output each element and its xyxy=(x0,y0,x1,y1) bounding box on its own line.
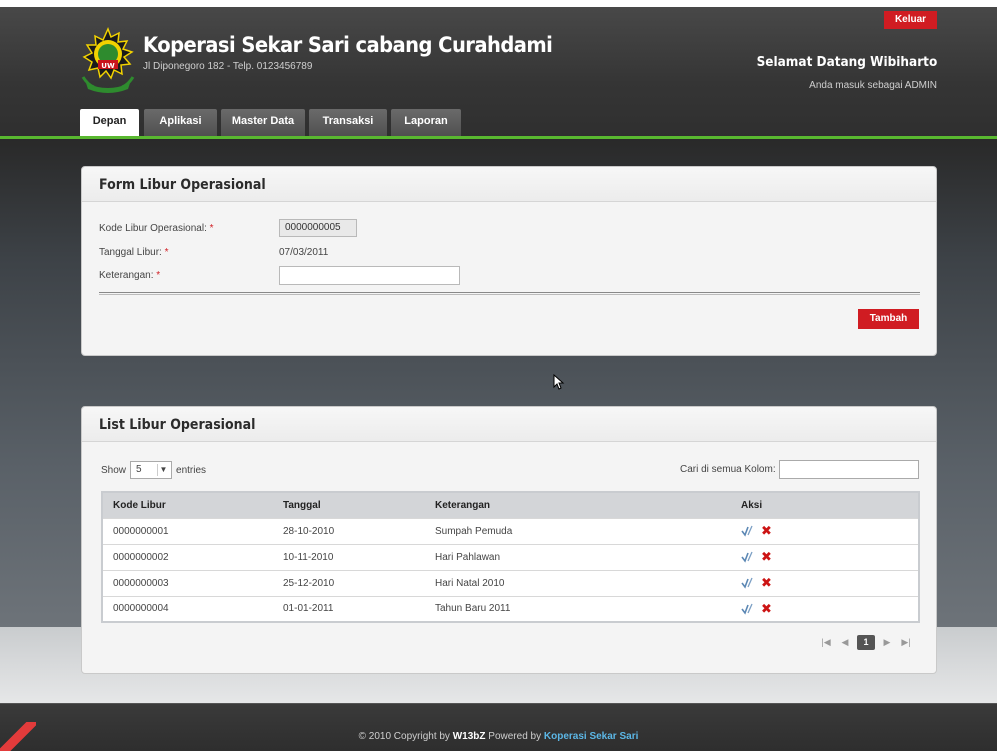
form-panel: Form Libur Operasional Kode Libur Operas… xyxy=(81,166,937,356)
form-panel-title: Form Libur Operasional xyxy=(82,167,936,202)
tab-transaksi[interactable]: Transaksi xyxy=(309,109,387,136)
footer-author: W13bZ xyxy=(452,731,486,742)
search-input[interactable] xyxy=(779,460,919,479)
cell-keterangan: Tahun Baru 2011 xyxy=(425,595,731,622)
role-text: Anda masuk sebagai ADMIN xyxy=(809,80,937,91)
footer-powered: Powered by xyxy=(488,731,542,742)
prev-page-icon[interactable]: ◀ xyxy=(838,637,852,648)
column-tanggal[interactable]: Tanggal xyxy=(273,492,425,518)
list-panel-title: List Libur Operasional xyxy=(82,407,936,442)
welcome-text: Selamat Datang Wibiharto xyxy=(756,55,937,70)
delete-icon[interactable]: ✖ xyxy=(761,602,772,615)
chevron-down-icon: ▼ xyxy=(157,464,169,476)
footer-brand-link[interactable]: Koperasi Sekar Sari xyxy=(544,731,639,742)
kode-label: Kode Libur Operasional: * xyxy=(99,223,214,234)
tab-laporan[interactable]: Laporan xyxy=(391,109,461,136)
site-address: Jl Diponegoro 182 - Telp. 0123456789 xyxy=(143,61,313,72)
form-divider xyxy=(99,292,920,295)
list-panel: List Libur Operasional Show 5 ▼ entries … xyxy=(81,406,937,674)
header: UW Koperasi Sekar Sari cabang Curahdami … xyxy=(0,0,997,139)
footer-copyright: © 2010 Copyright by W13bZ Powered by Kop… xyxy=(0,731,997,742)
page-number-current[interactable]: 1 xyxy=(857,635,875,650)
cell-kode: 0000000001 xyxy=(102,517,273,544)
table-row: 0000000001 28-10-2010 Sumpah Pemuda ✖ xyxy=(102,517,919,544)
keterangan-label: Keterangan: * xyxy=(99,270,161,281)
column-keterangan[interactable]: Keterangan xyxy=(425,492,731,518)
cell-aksi: ✖ xyxy=(731,595,919,622)
table-row: 0000000004 01-01-2011 Tahun Baru 2011 ✖ xyxy=(102,595,919,622)
cell-aksi: ✖ xyxy=(731,543,919,570)
column-aksi: Aksi xyxy=(731,492,919,518)
tab-depan[interactable]: Depan xyxy=(80,109,139,136)
cell-aksi: ✖ xyxy=(731,569,919,596)
tanggal-label: Tanggal Libur: * xyxy=(99,247,169,258)
cell-tanggal: 25-12-2010 xyxy=(273,569,425,596)
table-row: 0000000003 25-12-2010 Hari Natal 2010 ✖ xyxy=(102,569,919,596)
show-entries: Show 5 ▼ entries xyxy=(101,461,206,479)
last-page-icon[interactable]: ▶| xyxy=(899,637,913,648)
cell-keterangan: Sumpah Pemuda xyxy=(425,517,731,544)
cell-aksi: ✖ xyxy=(731,517,919,544)
edit-icon[interactable] xyxy=(741,551,753,563)
cell-kode: 0000000004 xyxy=(102,595,273,622)
table-header-row: Kode Libur Tanggal Keterangan Aksi xyxy=(102,492,919,518)
entries-select-value: 5 xyxy=(136,464,142,475)
edit-icon[interactable] xyxy=(741,603,753,615)
libur-table: Kode Libur Tanggal Keterangan Aksi 00000… xyxy=(101,491,920,623)
cell-kode: 0000000003 xyxy=(102,569,273,596)
mouse-cursor-icon xyxy=(553,374,565,390)
tambah-button[interactable]: Tambah xyxy=(858,309,919,329)
decorative-corner-mark xyxy=(0,722,36,751)
column-kode-libur[interactable]: Kode Libur xyxy=(102,492,273,518)
site-title: Koperasi Sekar Sari cabang Curahdami xyxy=(143,33,553,57)
pagination: |◀ ◀ 1 ▶ ▶| xyxy=(819,635,913,650)
cell-keterangan: Hari Pahlawan xyxy=(425,543,731,570)
kode-libur-field[interactable]: 0000000005 xyxy=(279,219,357,237)
cell-keterangan: Hari Natal 2010 xyxy=(425,569,731,596)
delete-icon[interactable]: ✖ xyxy=(761,576,772,589)
entries-label: entries xyxy=(176,464,207,476)
delete-icon[interactable]: ✖ xyxy=(761,524,772,537)
table-row: 0000000002 10-11-2010 Hari Pahlawan ✖ xyxy=(102,543,919,570)
tab-master-data[interactable]: Master Data xyxy=(221,109,305,136)
delete-icon[interactable]: ✖ xyxy=(761,550,772,563)
search-label: Cari di semua Kolom: xyxy=(680,464,776,475)
cell-tanggal: 28-10-2010 xyxy=(273,517,425,544)
show-label: Show xyxy=(101,464,127,476)
entries-select[interactable]: 5 ▼ xyxy=(130,461,173,479)
next-page-icon[interactable]: ▶ xyxy=(880,637,894,648)
edit-icon[interactable] xyxy=(741,577,753,589)
cell-tanggal: 10-11-2010 xyxy=(273,543,425,570)
footer: © 2010 Copyright by W13bZ Powered by Kop… xyxy=(0,703,997,751)
header-top-border xyxy=(0,0,997,7)
svg-text:UW: UW xyxy=(101,62,115,70)
edit-icon[interactable] xyxy=(741,525,753,537)
tanggal-libur-value[interactable]: 07/03/2011 xyxy=(279,247,328,258)
koperasi-logo: UW xyxy=(81,27,135,93)
cell-kode: 0000000002 xyxy=(102,543,273,570)
first-page-icon[interactable]: |◀ xyxy=(819,637,833,648)
footer-prefix: © 2010 Copyright by xyxy=(358,731,450,742)
cell-tanggal: 01-01-2011 xyxy=(273,595,425,622)
logout-button[interactable]: Keluar xyxy=(884,11,937,29)
keterangan-input[interactable] xyxy=(279,266,460,285)
tab-aplikasi[interactable]: Aplikasi xyxy=(144,109,217,136)
